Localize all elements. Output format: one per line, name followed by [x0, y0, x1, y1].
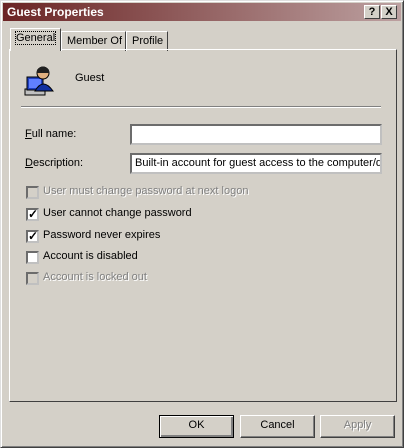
cancel-button[interactable]: Cancel — [240, 415, 315, 438]
window-title: Guest Properties — [7, 5, 104, 19]
account-locked-out-checkbox[interactable] — [26, 272, 39, 285]
cannot-change-password-label: User cannot change password — [43, 207, 192, 219]
tab-general[interactable]: General — [10, 28, 61, 51]
account-locked-out-label: Account is locked out — [43, 271, 147, 283]
must-change-password-checkbox[interactable] — [26, 186, 39, 199]
description-field[interactable]: Built-in account for guest access to the… — [130, 153, 382, 174]
help-button[interactable]: ? — [364, 5, 380, 19]
general-tab-panel — [9, 49, 397, 402]
tab-profile-label: Profile — [132, 35, 164, 47]
account-disabled-label: Account is disabled — [43, 250, 138, 262]
full-name-label: Full name: — [25, 128, 77, 140]
description-label: Description: — [25, 157, 84, 169]
apply-button[interactable]: Apply — [320, 415, 395, 438]
tab-general-label: General — [14, 31, 57, 45]
password-never-expires-label: Password never expires — [43, 229, 161, 241]
tab-member-of[interactable]: Member Of — [61, 31, 126, 51]
close-button[interactable]: X — [381, 5, 397, 19]
account-disabled-checkbox[interactable] — [26, 251, 39, 264]
cannot-change-password-checkbox[interactable]: ✓ — [26, 208, 39, 221]
ok-button[interactable]: OK — [159, 415, 234, 438]
title-bar[interactable]: Guest Properties ? X — [3, 3, 401, 21]
must-change-password-label: User must change password at next logon — [43, 185, 249, 197]
user-name-label: Guest — [75, 72, 105, 84]
user-account-icon — [24, 66, 54, 96]
guest-properties-dialog: Guest Properties ? X General Member Of P… — [0, 0, 404, 448]
tab-profile[interactable]: Profile — [126, 31, 168, 51]
full-name-field[interactable] — [130, 124, 382, 145]
password-never-expires-checkbox[interactable]: ✓ — [26, 230, 39, 243]
header-separator — [21, 106, 381, 108]
tab-member-of-label: Member Of — [67, 35, 123, 47]
